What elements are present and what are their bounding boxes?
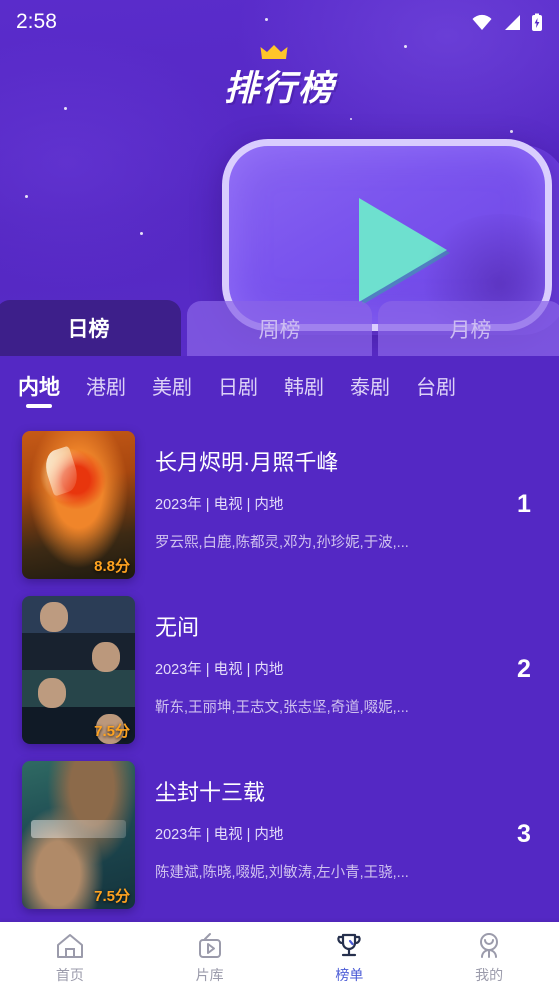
ranking-list: 8.8分 长月烬明·月照千峰 2023年 | 电视 | 内地 罗云熙,白鹿,陈都… — [0, 418, 559, 917]
nav-label-library: 片库 — [195, 967, 224, 983]
nav-item-home[interactable]: 首页 — [0, 932, 140, 985]
wifi-icon — [472, 14, 492, 30]
page-title-text: 排行榜 — [223, 68, 335, 108]
poster-thumbnail[interactable]: 7.5分 — [22, 596, 135, 744]
nav-label-home: 首页 — [55, 967, 84, 983]
tab-daily-label: 日榜 — [67, 318, 110, 341]
category-label: 台剧 — [416, 377, 456, 399]
rating-score: 7.5分 — [94, 888, 130, 905]
movie-title: 长月烬明·月照千峰 — [155, 450, 339, 475]
tab-daily[interactable]: 日榜 — [0, 300, 181, 356]
list-item-info: 长月烬明·月照千峰 2023年 | 电视 | 内地 罗云熙,白鹿,陈都灵,邓为,… — [155, 431, 487, 552]
movie-title: 尘封十三载 — [155, 780, 266, 805]
ranking-panel: 内地 港剧 美剧 日剧 韩剧 泰剧 台剧 8.8分 长月烬明·月照千峰 2023… — [0, 356, 559, 922]
nav-label-ranking: 榜单 — [335, 967, 364, 983]
poster-face — [92, 642, 120, 672]
category-label: 韩剧 — [284, 377, 324, 399]
category-tabs[interactable]: 内地 港剧 美剧 日剧 韩剧 泰剧 台剧 — [0, 356, 559, 418]
battery-icon — [532, 13, 542, 31]
movie-cast: 罗云熙,白鹿,陈都灵,邓为,孙珍妮,于波,... — [155, 535, 409, 551]
category-tab-jp[interactable]: 日剧 — [218, 371, 258, 407]
nav-item-library[interactable]: 片库 — [140, 932, 280, 985]
category-label: 内地 — [18, 375, 60, 399]
rank-number: 2 — [517, 655, 531, 683]
bottom-navigation: 首页 片库 榜单 我的 — [0, 922, 559, 995]
signal-icon — [505, 14, 520, 30]
page-title: 排行榜 — [0, 45, 559, 116]
movie-meta: 2023年 | 电视 | 内地 — [155, 497, 284, 513]
rating-score: 8.8分 — [94, 558, 130, 575]
nav-label-profile: 我的 — [475, 967, 504, 983]
category-tab-mainland[interactable]: 内地 — [18, 371, 60, 408]
category-tab-tw[interactable]: 台剧 — [416, 371, 456, 407]
play-triangle-icon — [359, 198, 447, 302]
tv-icon — [198, 933, 221, 958]
poster-thumbnail[interactable]: 7.5分 — [22, 761, 135, 909]
movie-cast: 靳东,王丽坤,王志文,张志坚,奇道,啜妮,... — [155, 700, 409, 716]
tab-monthly[interactable]: 月榜 — [378, 301, 559, 356]
tab-weekly-label: 周榜 — [258, 318, 301, 342]
category-tab-th[interactable]: 泰剧 — [350, 371, 390, 407]
list-item-info: 无间 2023年 | 电视 | 内地 靳东,王丽坤,王志文,张志坚,奇道,啜妮,… — [155, 596, 487, 717]
movie-cast: 陈建斌,陈晓,啜妮,刘敏涛,左小青,王骁,... — [155, 865, 409, 881]
period-tabs: 日榜 周榜 月榜 — [0, 300, 559, 356]
category-label: 日剧 — [218, 377, 258, 399]
category-tab-kr[interactable]: 韩剧 — [284, 371, 324, 407]
movie-title: 无间 — [155, 615, 200, 640]
category-tab-us[interactable]: 美剧 — [152, 371, 192, 407]
category-label: 泰剧 — [350, 377, 390, 399]
movie-meta: 2023年 | 电视 | 内地 — [155, 662, 284, 678]
crown-icon — [260, 45, 287, 59]
poster-face — [38, 678, 66, 708]
status-bar-time: 2:58 — [16, 10, 57, 33]
tab-weekly[interactable]: 周榜 — [187, 301, 372, 356]
star-decoration — [404, 45, 407, 48]
home-icon — [56, 934, 83, 958]
star-decoration — [350, 118, 352, 120]
category-label: 美剧 — [152, 377, 192, 399]
poster-thumbnail[interactable]: 8.8分 — [22, 431, 135, 579]
nav-item-ranking[interactable]: 榜单 — [280, 932, 420, 985]
list-item[interactable]: 7.5分 尘封十三载 2023年 | 电视 | 内地 陈建斌,陈晓,啜妮,刘敏涛… — [0, 752, 559, 917]
movie-meta: 2023年 | 电视 | 内地 — [155, 827, 284, 843]
nav-item-profile[interactable]: 我的 — [419, 932, 559, 985]
poster-face — [40, 602, 68, 632]
person-icon — [480, 933, 499, 958]
status-bar: 2:58 — [0, 0, 559, 44]
list-item[interactable]: 8.8分 长月烬明·月照千峰 2023年 | 电视 | 内地 罗云熙,白鹿,陈都… — [0, 422, 559, 587]
rank-number: 1 — [517, 490, 531, 518]
list-item-info: 尘封十三载 2023年 | 电视 | 内地 陈建斌,陈晓,啜妮,刘敏涛,左小青,… — [155, 761, 487, 882]
star-decoration — [510, 130, 513, 133]
category-label: 港剧 — [86, 377, 126, 399]
rating-score: 7.5分 — [94, 723, 130, 740]
tab-monthly-label: 月榜 — [449, 318, 492, 342]
rank-number: 3 — [517, 820, 531, 848]
star-decoration — [140, 232, 143, 235]
star-decoration — [25, 195, 28, 198]
trophy-icon — [337, 933, 361, 957]
list-item[interactable]: 7.5分 无间 2023年 | 电视 | 内地 靳东,王丽坤,王志文,张志坚,奇… — [0, 587, 559, 752]
category-tab-hk[interactable]: 港剧 — [86, 371, 126, 407]
